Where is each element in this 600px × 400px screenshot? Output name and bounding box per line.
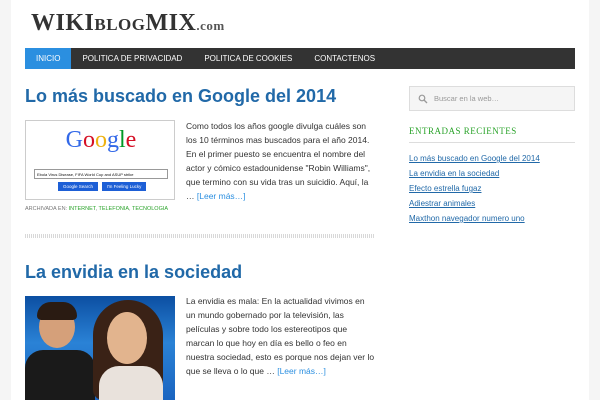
archived-label: ARCHIVADA EN: (25, 206, 68, 212)
category-link-tecnologia[interactable]: TECNOLOGIA (132, 206, 168, 212)
nav-item-contactenos[interactable]: CONTACTENOS (303, 48, 386, 69)
post-excerpt: Como todos los años google divulga cuále… (186, 119, 376, 203)
recent-posts-title: ENTRADAS RECIENTES (409, 126, 517, 136)
widget-title-underline (409, 142, 575, 143)
post-categories: ARCHIVADA EN: INTERNET, TELEFONIA, TECNO… (25, 206, 169, 212)
read-more-link[interactable]: [Leer más…] (197, 191, 246, 201)
nav-item-inicio[interactable]: INICIO (25, 48, 72, 69)
post-title[interactable]: La envidia en la sociedad (25, 262, 242, 283)
post-excerpt-text: Como todos los años google divulga cuále… (186, 121, 371, 201)
read-more-link[interactable]: [Leer más…] (277, 366, 326, 376)
main-nav: INICIO POLITICA DE PRIVACIDAD POLITICA D… (25, 48, 575, 69)
search-icon (418, 94, 428, 104)
recent-post-link[interactable]: Maxthon navegador numero uno (409, 211, 540, 226)
search-placeholder: Buscar en la web… (434, 94, 500, 103)
recent-post-link[interactable]: Efecto estrella fugaz (409, 181, 540, 196)
recent-post-link[interactable]: Lo más buscado en Google del 2014 (409, 151, 540, 166)
recent-posts-list: Lo más buscado en Google del 2014 La env… (409, 151, 540, 226)
feeling-lucky-button: I'm Feeling Lucky (102, 182, 146, 191)
search-input[interactable]: Buscar en la web… (409, 86, 575, 111)
page: WIKIBLOGMIX.com INICIO POLITICA DE PRIVA… (0, 0, 600, 400)
google-search-button: Google Search (58, 182, 98, 191)
post-title[interactable]: Lo más buscado en Google del 2014 (25, 86, 336, 107)
post-thumbnail-google[interactable]: Google Ebola Virus Disease, FIFA World C… (25, 120, 175, 200)
category-link-internet[interactable]: INTERNET (69, 206, 96, 212)
google-logo: Google (65, 127, 137, 153)
recent-post-link[interactable]: La envidia en la sociedad (409, 166, 540, 181)
post-excerpt: La envidia es mala: En la actualidad viv… (186, 294, 376, 378)
site-wrapper: WIKIBLOGMIX.com INICIO POLITICA DE PRIVA… (11, 0, 589, 400)
post-excerpt-text: La envidia es mala: En la actualidad viv… (186, 296, 375, 376)
site-logo[interactable]: WIKIBLOGMIX.com (31, 10, 225, 37)
category-link-telefonia[interactable]: TELEFONIA (98, 206, 129, 212)
nav-item-politica-cookies[interactable]: POLITICA DE COOKIES (193, 48, 303, 69)
google-search-box: Ebola Virus Disease, FIFA World Cup and … (34, 169, 168, 179)
post-divider (25, 234, 375, 238)
recent-post-link[interactable]: Adiestrar animales (409, 196, 540, 211)
nav-item-politica-privacidad[interactable]: POLITICA DE PRIVACIDAD (71, 48, 193, 69)
post-thumbnail-photo[interactable] (25, 296, 175, 400)
